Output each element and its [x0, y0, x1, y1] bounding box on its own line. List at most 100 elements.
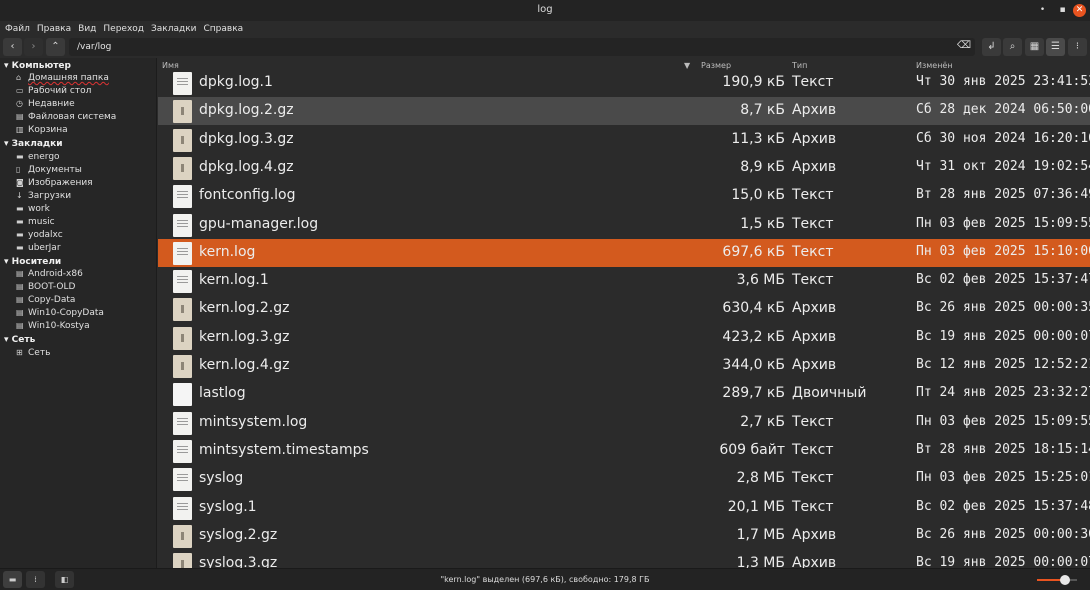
sidebar-item-work[interactable]: ▬ work: [16, 204, 50, 216]
file-type: Текст: [792, 441, 834, 458]
sidebar-item-trash[interactable]: ▥ Корзина: [16, 125, 68, 137]
file-row[interactable]: mintsystem.timestamps 609 байт Текст Вт 28 …: [158, 437, 1090, 465]
zoom-slider[interactable]: [1037, 575, 1077, 585]
file-row[interactable]: kern.log.3.gz 423,2 кБ Архив Вс 19 янв 2025…: [158, 324, 1090, 352]
archive-file-icon: [173, 298, 192, 322]
file-row[interactable]: syslog 2,8 МБ Текст Пн 03 фев 2025 15:25:01: [158, 465, 1090, 493]
file-row[interactable]: mintsystem.log 2,7 кБ Текст Пн 03 фев 2025 …: [158, 409, 1090, 437]
file-row[interactable]: fontconfig.log 15,0 кБ Текст Вт 28 янв 2025…: [158, 182, 1090, 210]
file-modified: Вс 02 фев 2025 15:37:48: [916, 498, 1090, 514]
file-name: mintsystem.log: [199, 413, 308, 430]
sidebar-item-energo[interactable]: ▬ energo: [16, 152, 60, 164]
search-button[interactable]: ⌕: [1003, 38, 1022, 56]
back-button[interactable]: ‹: [3, 38, 22, 56]
sidebar-item-desktop[interactable]: ▭ Рабочий стол: [16, 86, 91, 98]
chevron-left-icon: ‹: [10, 41, 15, 52]
folder-icon: ▬: [16, 230, 24, 239]
file-row[interactable]: kern.log.2.gz 630,4 кБ Архив Вс 26 янв 2025…: [158, 295, 1090, 323]
file-row[interactable]: dpkg.log.2.gz 8,7 кБ Архив Сб 28 дек 2024 0…: [158, 97, 1090, 126]
file-size: 8,9 кБ: [740, 158, 785, 175]
compact-view-button[interactable]: ⁝: [1068, 38, 1087, 56]
text-file-icon: [173, 468, 192, 492]
file-row[interactable]: dpkg.log.1 190,9 кБ Текст Чт 30 янв 2025 23…: [158, 69, 1090, 97]
file-row[interactable]: syslog.3.gz 1,3 МБ Архив Вс 19 янв 2025 00:…: [158, 550, 1090, 568]
file-row[interactable]: dpkg.log.3.gz 11,3 кБ Архив Сб 30 ноя 2024 …: [158, 126, 1090, 154]
sidebar-item-yodalxc[interactable]: ▬ yodalxc: [16, 230, 63, 242]
file-type: Текст: [792, 470, 834, 487]
menu-go[interactable]: Переход: [98, 21, 144, 37]
file-row[interactable]: syslog.1 20,1 МБ Текст Вс 02 фев 2025 15:37…: [158, 494, 1090, 522]
drive-icon: ▤: [16, 308, 24, 317]
location-text[interactable]: /var/log: [77, 42, 111, 52]
toggle-location-button[interactable]: ↲: [982, 38, 1001, 56]
sidebar-heading-devices[interactable]: ▾ Носители: [4, 257, 61, 267]
file-row[interactable]: syslog.2.gz 1,7 МБ Архив Вс 26 янв 2025 00:…: [158, 522, 1090, 550]
menu-bookmarks[interactable]: Закладки: [146, 21, 197, 37]
file-type: Текст: [792, 74, 834, 90]
menu-view[interactable]: Вид: [73, 21, 96, 37]
file-type: Текст: [792, 498, 834, 515]
sidebar-item-documents[interactable]: ▯ Документы: [16, 165, 82, 177]
chevron-right-icon: ›: [31, 41, 36, 52]
zoom-slider-handle[interactable]: [1060, 575, 1070, 585]
archive-file-icon: [173, 326, 192, 350]
sidebar-item-downloads[interactable]: ↓ Загрузки: [16, 191, 71, 203]
file-type: Архив: [792, 328, 837, 345]
desktop-icon: ▭: [16, 86, 24, 95]
location-bar[interactable]: /var/log ⌫: [69, 38, 975, 56]
sidebar-item-filesystem[interactable]: ▤ Файловая система: [16, 112, 116, 124]
sidebar-item-win10-kostya[interactable]: ▤ Win10-Kostya: [16, 321, 90, 333]
sidebar-item-music[interactable]: ▬ music: [16, 217, 55, 229]
file-row[interactable]: dpkg.log.4.gz 8,9 кБ Архив Чт 31 окт 2024 1…: [158, 154, 1090, 182]
sidebar-item-android-x86[interactable]: ▤ Android-x86: [16, 269, 83, 281]
location-toggle-icon: ↲: [987, 41, 996, 52]
forward-button[interactable]: ›: [24, 38, 43, 56]
file-type: Архив: [792, 555, 837, 568]
menu-edit[interactable]: Правка: [32, 21, 71, 37]
binary-file-icon: [173, 383, 192, 407]
file-size: 2,7 кБ: [740, 413, 785, 430]
file-modified: Вс 26 янв 2025 00:00:35: [916, 300, 1090, 316]
file-size: 609 байт: [719, 441, 785, 458]
text-file-icon: [173, 213, 192, 237]
sidebar-item-network[interactable]: ⊞ Сеть: [16, 348, 50, 360]
file-row[interactable]: gpu-manager.log 1,5 кБ Текст Пн 03 фев 2025…: [158, 211, 1090, 239]
archive-file-icon: [173, 128, 192, 152]
folder-icon: ▬: [16, 152, 24, 161]
list-view-button[interactable]: ☰: [1046, 38, 1065, 56]
icon-view-button[interactable]: ▦: [1025, 38, 1044, 56]
file-name: kern.log.3.gz: [199, 328, 290, 345]
sidebar-heading-computer[interactable]: ▾ Компьютер: [4, 61, 71, 71]
text-file-icon: [173, 270, 192, 294]
file-row[interactable]: lastlog 289,7 кБ Двоичный Пт 24 янв 2025 23…: [158, 380, 1090, 408]
file-row[interactable]: kern.log.1 3,6 МБ Текст Вс 02 фев 2025 15:3…: [158, 267, 1090, 295]
file-name: kern.log.1: [199, 272, 269, 289]
up-button[interactable]: ⌃: [46, 38, 65, 56]
sidebar-item-copy-data[interactable]: ▤ Copy-Data: [16, 295, 75, 307]
sidebar-heading-network[interactable]: ▾ Сеть: [4, 335, 35, 345]
file-modified: Пн 03 фев 2025 15:09:55: [916, 215, 1090, 231]
sidebar-item-uberjar[interactable]: ▬ uberJar: [16, 243, 61, 255]
home-icon: ⌂: [16, 73, 22, 82]
trash-icon: ▥: [16, 125, 24, 134]
minimize-icon[interactable]: •: [1036, 4, 1049, 17]
drive-icon: ▤: [16, 269, 24, 278]
sidebar-item-home[interactable]: ⌂ Домашняя папка: [16, 73, 109, 85]
file-modified: Чт 31 окт 2024 19:02:54: [916, 158, 1090, 174]
menu-help[interactable]: Справка: [199, 21, 244, 37]
close-icon[interactable]: ✕: [1073, 4, 1086, 17]
clear-location-icon[interactable]: ⌫: [957, 40, 971, 51]
sidebar-item-win10-copydata[interactable]: ▤ Win10-CopyData: [16, 308, 104, 320]
maximize-icon[interactable]: ▪: [1056, 4, 1069, 17]
file-row[interactable]: kern.log.4.gz 344,0 кБ Архив Вс 12 янв 2025…: [158, 352, 1090, 380]
sidebar-item-boot-old[interactable]: ▤ BOOT-OLD: [16, 282, 75, 294]
sidebar-heading-bookmarks[interactable]: ▾ Закладки: [4, 139, 63, 149]
list-icon: ☰: [1051, 41, 1060, 52]
file-name: syslog.2.gz: [199, 526, 278, 543]
file-row-selected[interactable]: kern.log 697,6 кБ Текст Пн 03 фев 2025 15:1…: [158, 238, 1090, 267]
archive-file-icon: [173, 100, 192, 124]
sidebar-item-recent[interactable]: ◷ Недавние: [16, 99, 75, 111]
sidebar-item-pictures[interactable]: ◙ Изображения: [16, 178, 93, 190]
menu-bar: Файл Правка Вид Переход Закладки Справка: [0, 21, 1090, 37]
menu-file[interactable]: Файл: [0, 21, 30, 37]
